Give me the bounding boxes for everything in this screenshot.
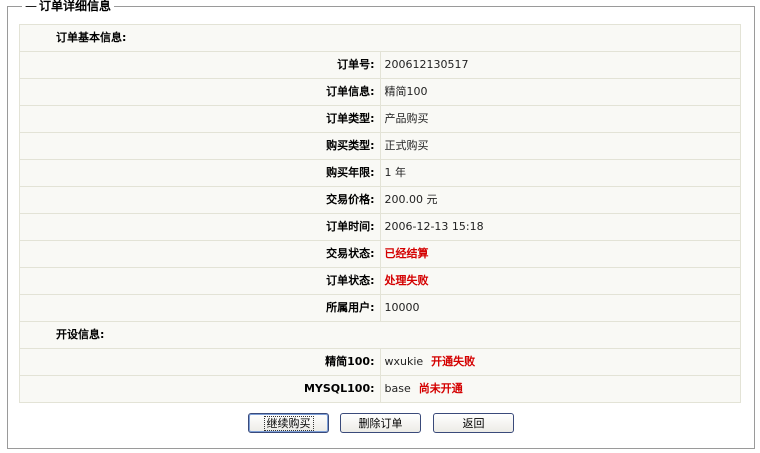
value-provision-mysql100-name: base <box>384 382 411 395</box>
row-order-number: 订单号: 200612130517 <box>19 51 741 79</box>
row-order-info: 订单信息: 精简100 <box>19 78 741 106</box>
section-label-provision: 开设信息: <box>19 321 741 349</box>
value-order-type: 产品购买 <box>379 105 741 133</box>
continue-purchase-button[interactable]: 继续购买 <box>248 413 329 433</box>
order-info-table: 订单基本信息: 订单号: 200612130517 订单信息: 精简100 订单… <box>19 24 741 403</box>
label-purchase-type: 购买类型: <box>19 132 381 160</box>
value-purchase-type: 正式购买 <box>379 132 741 160</box>
label-provision-mysql100: MYSQL100: <box>19 375 381 403</box>
row-provision-lite100: 精简100: wxukie 开通失败 <box>19 348 741 376</box>
label-order-time: 订单时间: <box>19 213 381 241</box>
row-trade-price: 交易价格: 200.00 元 <box>19 186 741 214</box>
delete-order-button[interactable]: 删除订单 <box>340 413 421 433</box>
value-order-info: 精简100 <box>379 78 741 106</box>
label-trade-price: 交易价格: <box>19 186 381 214</box>
row-owner-user: 所属用户: 10000 <box>19 294 741 322</box>
section-row-basic: 订单基本信息: <box>19 24 741 52</box>
label-order-number: 订单号: <box>19 51 381 79</box>
value-trade-status: 已经结算 <box>384 247 429 260</box>
value-owner-user: 10000 <box>379 294 741 322</box>
label-trade-status: 交易状态: <box>19 240 381 268</box>
row-order-time: 订单时间: 2006-12-13 15:18 <box>19 213 741 241</box>
value-purchase-years: 1 年 <box>379 159 741 187</box>
back-button[interactable]: 返回 <box>433 413 514 433</box>
value-provision-lite100-status: 开通失败 <box>431 355 476 368</box>
value-provision-lite100-name: wxukie <box>384 355 424 368</box>
label-order-status: 订单状态: <box>19 267 381 295</box>
section-row-provision: 开设信息: <box>19 321 741 349</box>
panel-title: — 订单详细信息 <box>22 0 115 14</box>
label-order-type: 订单类型: <box>19 105 381 133</box>
row-purchase-type: 购买类型: 正式购买 <box>19 132 741 160</box>
value-order-time: 2006-12-13 15:18 <box>379 213 741 241</box>
row-purchase-years: 购买年限: 1 年 <box>19 159 741 187</box>
value-order-status: 处理失败 <box>384 274 429 287</box>
value-trade-price: 200.00 元 <box>379 186 741 214</box>
label-owner-user: 所属用户: <box>19 294 381 322</box>
action-buttons: 继续购买 删除订单 返回 <box>0 413 760 435</box>
row-trade-status: 交易状态: 已经结算 <box>19 240 741 268</box>
section-label-basic: 订单基本信息: <box>19 24 741 52</box>
row-provision-mysql100: MYSQL100: base 尚未开通 <box>19 375 741 403</box>
value-provision-mysql100-status: 尚未开通 <box>418 382 463 395</box>
label-provision-lite100: 精简100: <box>19 348 381 376</box>
value-order-number: 200612130517 <box>379 51 741 79</box>
label-purchase-years: 购买年限: <box>19 159 381 187</box>
row-order-type: 订单类型: 产品购买 <box>19 105 741 133</box>
row-order-status: 订单状态: 处理失败 <box>19 267 741 295</box>
label-order-info: 订单信息: <box>19 78 381 106</box>
